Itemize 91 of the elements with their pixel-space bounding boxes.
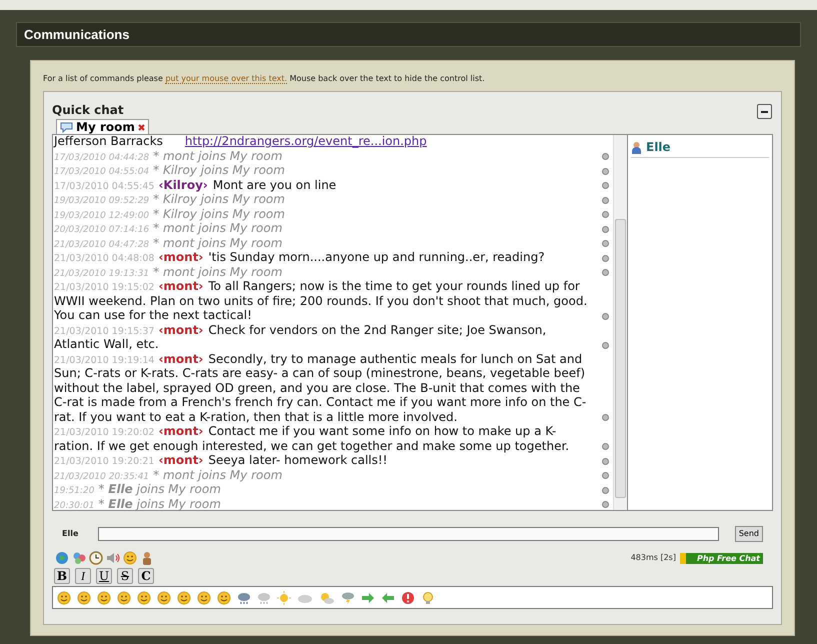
bullet-icon	[602, 486, 609, 494]
smiley-icon[interactable]	[97, 590, 111, 604]
minimize-icon	[761, 110, 768, 112]
help-text: For a list of commands please put your mouse over this text. Mouse back over the text to hide the control list.	[43, 73, 486, 85]
speaker-icon[interactable]	[106, 551, 120, 565]
bullet-icon	[602, 269, 609, 276]
smiley-icon[interactable]	[137, 590, 151, 604]
bullet-icon	[602, 443, 609, 450]
message-text: Jefferson Barracks	[54, 135, 163, 148]
bullet-icon	[602, 312, 609, 320]
format-button[interactable]: B	[54, 568, 70, 584]
timestamp: 20/03/2010 07:14:16	[54, 225, 150, 235]
join-notice: * Kilroy joins My room	[153, 206, 285, 220]
chat-message: 21/03/2010 19:20:02 ‹mont› Contact me if you want some info on how to make up a K-ration. If we get enough interested, we can get together and make some up together.	[54, 424, 570, 453]
bullet-icon	[602, 458, 609, 464]
bullet-icon	[602, 342, 609, 348]
bullet-icon	[602, 472, 609, 479]
rain-cloud-icon[interactable]	[237, 590, 251, 604]
chat-message: 21/03/2010 19:20:21 ‹mont› Seeya later- homework calls!!	[54, 453, 388, 468]
join-notice: * mont joins My room	[153, 236, 282, 250]
timestamp: 19:51:20	[54, 486, 94, 496]
right-arrow-icon[interactable]	[361, 590, 375, 604]
timestamp: 19/03/2010 09:52:29	[54, 196, 150, 206]
message-link[interactable]: http://2ndrangers.org/event_re...ion.php	[184, 135, 427, 148]
speech-bubble-icon	[60, 122, 73, 132]
people-icon[interactable]	[140, 551, 154, 565]
globe-icon[interactable]	[55, 551, 69, 565]
bullet-icon	[602, 226, 609, 232]
bullet-icon	[602, 240, 609, 247]
timestamp: 19/03/2010 12:49:00	[54, 210, 150, 220]
chat-badge[interactable]: Php Free Chat	[680, 552, 763, 564]
join-notice: * mont joins My room	[153, 148, 282, 162]
alert-icon[interactable]	[401, 590, 415, 604]
section-title: Communications	[24, 26, 130, 44]
user-name[interactable]: Elle	[646, 138, 671, 156]
bullet-icon	[602, 182, 609, 189]
room-tab[interactable]: My room	[56, 119, 149, 134]
timestamp: 20:30:01	[54, 500, 94, 510]
smiley-icon[interactable]	[217, 590, 231, 604]
bullet-icon	[602, 168, 609, 174]
user-icon	[631, 140, 642, 154]
join-notice: * mont joins My room	[153, 468, 282, 482]
dots-icon[interactable]	[72, 551, 86, 565]
chat-message: 21/03/2010 19:19:14 ‹mont› Secondly, try to manage authentic meals for lunch on Sat and Sun; C-rats or K-rats. C-rats are easy- a can of soup (minestrone, beans, vegetable beef) without the label, sprayed OD green, and you are close. The B-unit that comes with the C-rat is made from a French's french fry can. Contact me if you want more info on the C-rat. If you want to eat a K-ration, then that is a little more involved.	[54, 352, 588, 424]
bullet-icon	[602, 501, 609, 508]
timestamp: 21/03/2010 20:35:41	[54, 472, 150, 482]
join-notice: * mont joins My room	[153, 221, 282, 235]
timestamp: 21/03/2010 04:47:28	[54, 240, 150, 250]
snow-cloud-icon[interactable]	[257, 590, 271, 604]
panel-title: Quick chat	[52, 102, 124, 118]
clock-icon[interactable]	[89, 551, 103, 565]
latency-readout: 483ms [2s]	[630, 552, 676, 564]
smiley-icon[interactable]	[197, 590, 211, 604]
join-notice: * Kilroy joins My room	[153, 192, 285, 206]
scrollbar[interactable]	[613, 135, 627, 510]
message-input[interactable]	[98, 527, 719, 541]
minimize-button[interactable]	[757, 104, 772, 119]
smiley-icon[interactable]	[123, 551, 137, 565]
chat-message: 21/03/2010 04:48:08 ‹mont› 'tis Sunday morn....anyone up and running..er, reading?	[54, 250, 546, 264]
smiley-icon[interactable]	[177, 590, 191, 604]
timestamp: 17/03/2010 04:55:04	[54, 167, 150, 177]
bullet-icon	[602, 254, 609, 262]
bullet-icon	[602, 211, 609, 218]
smiley-icon[interactable]	[57, 590, 71, 604]
timestamp: 17/03/2010 04:44:28	[54, 152, 150, 162]
chat-message: 21/03/2010 19:15:37 ‹mont› Check for vendors on the 2nd Ranger site; Joe Swanson, Atlantic Wall, etc.	[54, 322, 548, 352]
lightbulb-icon[interactable]	[421, 590, 435, 604]
format-button[interactable]: I	[75, 568, 91, 584]
format-button[interactable]: S	[117, 568, 133, 584]
send-button[interactable]: Send	[734, 526, 763, 542]
scrollbar-thumb[interactable]	[615, 219, 626, 498]
join-notice: * mont joins My room	[153, 264, 282, 278]
close-icon[interactable]	[138, 124, 145, 130]
format-button[interactable]: C	[138, 568, 154, 584]
bullet-icon	[602, 153, 609, 160]
help-link[interactable]: put your mouse over this text.	[165, 74, 288, 84]
smiley-icon[interactable]	[157, 590, 171, 604]
join-notice: *Elle joins My room	[98, 496, 221, 510]
chat-message: 21/03/2010 19:15:02 ‹mont› To all Rangers; now is the time to get your rounds lined up for WWII weekend. Plan on two units of fire; 200 rounds. If you don't shoot that much, good. You can use for the next tactical!	[54, 279, 588, 322]
storm-icon[interactable]	[341, 590, 355, 604]
nickname-label: Elle	[61, 528, 80, 540]
timestamp: 21/03/2010 19:13:31	[54, 268, 150, 278]
bullet-icon	[602, 414, 609, 421]
chat-message: 17/03/2010 04:55:45 ‹Kilroy› Mont are you on line	[54, 178, 338, 192]
join-notice: *Elle joins My room	[98, 482, 221, 496]
smiley-icon[interactable]	[117, 590, 131, 604]
smiley-icon[interactable]	[77, 590, 91, 604]
join-notice: * Kilroy joins My room	[153, 163, 285, 177]
format-button[interactable]: U	[96, 568, 112, 584]
bullet-icon	[602, 196, 609, 204]
left-arrow-icon[interactable]	[381, 590, 395, 604]
